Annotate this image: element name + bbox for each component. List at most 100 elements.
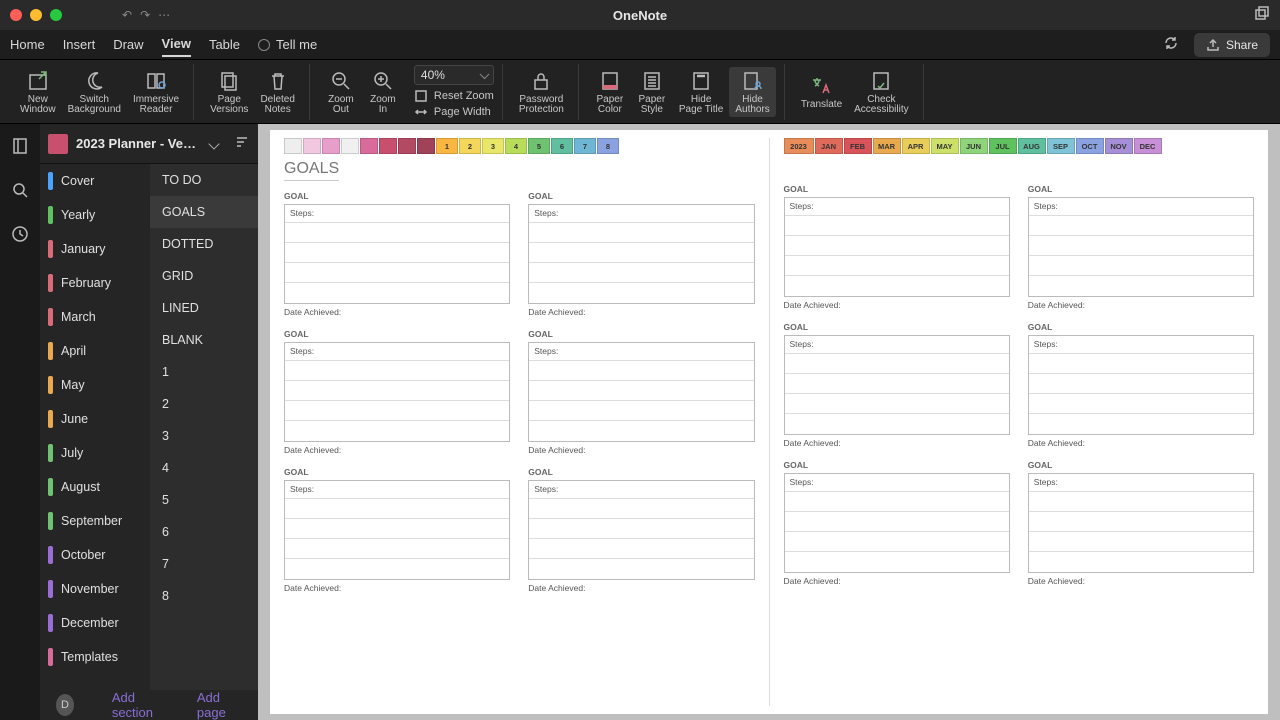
goal-card[interactable]: GOALSteps:Date Achieved: bbox=[1028, 322, 1254, 448]
zoom-select[interactable]: 40% bbox=[414, 65, 494, 85]
nav-tab[interactable]: 6 bbox=[551, 138, 573, 154]
nav-tab[interactable] bbox=[417, 138, 435, 154]
page-item[interactable]: LINED bbox=[150, 292, 258, 324]
search-rail-icon[interactable] bbox=[10, 180, 30, 200]
reset-zoom-button[interactable]: Reset Zoom bbox=[414, 89, 494, 103]
recent-rail-icon[interactable] bbox=[10, 224, 30, 244]
goal-box[interactable]: Steps: bbox=[284, 204, 510, 304]
nav-tab[interactable]: SEP bbox=[1047, 138, 1075, 154]
nav-tab[interactable]: AUG bbox=[1018, 138, 1046, 154]
section-item[interactable]: December bbox=[40, 606, 150, 640]
nav-tab[interactable] bbox=[360, 138, 378, 154]
section-item[interactable]: August bbox=[40, 470, 150, 504]
nav-tab[interactable]: 2 bbox=[459, 138, 481, 154]
zoom-out-button[interactable]: Zoom Out bbox=[320, 67, 362, 117]
nav-tab[interactable]: OCT bbox=[1076, 138, 1104, 154]
deleted-notes-button[interactable]: Deleted Notes bbox=[254, 67, 300, 117]
nav-tab[interactable]: 4 bbox=[505, 138, 527, 154]
page-item[interactable]: TO DO bbox=[150, 164, 258, 196]
section-item[interactable]: April bbox=[40, 334, 150, 368]
window-mode-icon[interactable] bbox=[1254, 11, 1270, 25]
nav-tab[interactable]: JAN bbox=[815, 138, 843, 154]
page-item[interactable]: 5 bbox=[150, 484, 258, 516]
goal-box[interactable]: Steps: bbox=[784, 335, 1010, 435]
section-item[interactable]: June bbox=[40, 402, 150, 436]
goal-card[interactable]: GOALSteps:Date Achieved: bbox=[528, 191, 754, 317]
nav-tab[interactable]: JUN bbox=[960, 138, 988, 154]
goal-card[interactable]: GOALSteps:Date Achieved: bbox=[1028, 184, 1254, 310]
page-item[interactable]: 3 bbox=[150, 420, 258, 452]
nav-tab[interactable] bbox=[398, 138, 416, 154]
hide-page-title-button[interactable]: Hide Page Title bbox=[673, 67, 729, 117]
check-accessibility-button[interactable]: Check Accessibility bbox=[848, 67, 914, 117]
goal-box[interactable]: Steps: bbox=[1028, 335, 1254, 435]
avatar[interactable]: D bbox=[56, 694, 74, 716]
goal-box[interactable]: Steps: bbox=[528, 342, 754, 442]
section-item[interactable]: July bbox=[40, 436, 150, 470]
page-item[interactable]: 8 bbox=[150, 580, 258, 612]
nav-tab[interactable]: MAY bbox=[931, 138, 959, 154]
section-item[interactable]: October bbox=[40, 538, 150, 572]
menu-view[interactable]: View bbox=[162, 32, 191, 57]
goal-box[interactable]: Steps: bbox=[1028, 473, 1254, 573]
goal-box[interactable]: Steps: bbox=[528, 480, 754, 580]
nav-tab[interactable] bbox=[341, 138, 359, 154]
nav-tab[interactable]: JUL bbox=[989, 138, 1017, 154]
section-item[interactable]: May bbox=[40, 368, 150, 402]
tell-me[interactable]: Tell me bbox=[258, 33, 317, 56]
immersive-reader-button[interactable]: Immersive Reader bbox=[127, 67, 185, 117]
notebook-header[interactable]: 2023 Planner - Ve… bbox=[40, 124, 258, 164]
menu-table[interactable]: Table bbox=[209, 33, 240, 56]
section-item[interactable]: Yearly bbox=[40, 198, 150, 232]
page-item[interactable]: 2 bbox=[150, 388, 258, 420]
goal-box[interactable]: Steps: bbox=[284, 480, 510, 580]
page-title[interactable]: GOALS bbox=[284, 160, 339, 181]
minimize-window[interactable] bbox=[30, 9, 42, 21]
goal-box[interactable]: Steps: bbox=[1028, 197, 1254, 297]
goal-box[interactable]: Steps: bbox=[284, 342, 510, 442]
nav-tab[interactable]: NOV bbox=[1105, 138, 1133, 154]
menu-insert[interactable]: Insert bbox=[63, 33, 96, 56]
page-item[interactable]: GRID bbox=[150, 260, 258, 292]
translate-button[interactable]: Translate bbox=[795, 72, 848, 112]
paper-color-button[interactable]: Paper Color bbox=[589, 67, 631, 117]
nav-tab[interactable]: 7 bbox=[574, 138, 596, 154]
password-protection-button[interactable]: Password Protection bbox=[513, 67, 570, 117]
switch-background-button[interactable]: Switch Background bbox=[62, 67, 127, 117]
page-item[interactable]: 7 bbox=[150, 548, 258, 580]
goal-card[interactable]: GOALSteps:Date Achieved: bbox=[284, 467, 510, 593]
nav-tab[interactable]: 2023 bbox=[784, 138, 814, 154]
goal-card[interactable]: GOALSteps:Date Achieved: bbox=[528, 329, 754, 455]
goal-card[interactable]: GOALSteps:Date Achieved: bbox=[1028, 460, 1254, 586]
goal-box[interactable]: Steps: bbox=[528, 204, 754, 304]
zoom-in-button[interactable]: Zoom In bbox=[362, 67, 404, 117]
goal-card[interactable]: GOALSteps:Date Achieved: bbox=[284, 329, 510, 455]
goal-card[interactable]: GOALSteps:Date Achieved: bbox=[784, 322, 1010, 448]
nav-tab[interactable]: 3 bbox=[482, 138, 504, 154]
page-item[interactable]: GOALS bbox=[150, 196, 258, 228]
nav-tab[interactable]: 5 bbox=[528, 138, 550, 154]
section-item[interactable]: January bbox=[40, 232, 150, 266]
section-item[interactable]: November bbox=[40, 572, 150, 606]
section-item[interactable]: March bbox=[40, 300, 150, 334]
section-item[interactable]: February bbox=[40, 266, 150, 300]
page-item[interactable]: BLANK bbox=[150, 324, 258, 356]
hide-authors-button[interactable]: Hide Authors bbox=[729, 67, 775, 117]
nav-tab[interactable]: 1 bbox=[436, 138, 458, 154]
section-item[interactable]: Templates bbox=[40, 640, 150, 674]
page-item[interactable]: 6 bbox=[150, 516, 258, 548]
page-item[interactable]: 1 bbox=[150, 356, 258, 388]
section-item[interactable]: September bbox=[40, 504, 150, 538]
nav-tab[interactable] bbox=[379, 138, 397, 154]
nav-tab[interactable] bbox=[284, 138, 302, 154]
notebooks-rail-icon[interactable] bbox=[10, 136, 30, 156]
add-section-button[interactable]: Add section bbox=[112, 690, 167, 720]
add-page-button[interactable]: Add page bbox=[197, 690, 242, 720]
share-button[interactable]: Share bbox=[1194, 33, 1270, 57]
nav-tab[interactable]: APR bbox=[902, 138, 930, 154]
goal-card[interactable]: GOALSteps:Date Achieved: bbox=[284, 191, 510, 317]
more-button[interactable]: ⋯ bbox=[158, 8, 170, 22]
paper-style-button[interactable]: Paper Style bbox=[631, 67, 673, 117]
nav-tab[interactable]: DEC bbox=[1134, 138, 1162, 154]
nav-tab[interactable] bbox=[303, 138, 321, 154]
